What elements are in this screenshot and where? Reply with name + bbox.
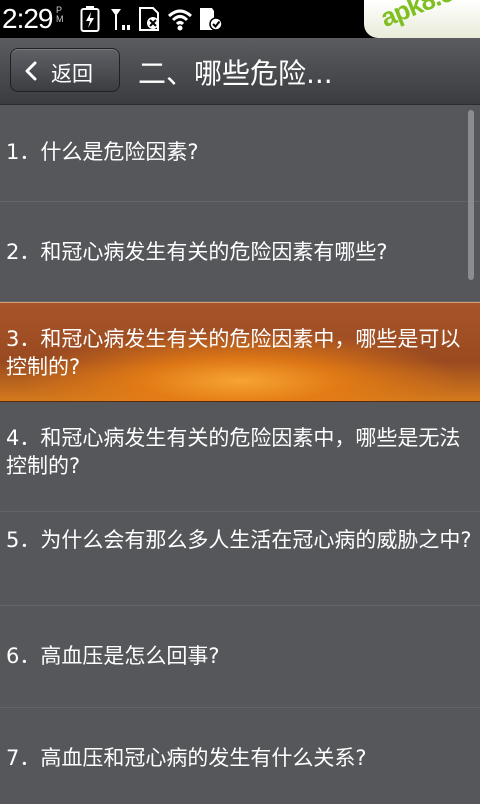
scrollbar[interactable] [468,110,474,280]
page-title: 二、哪些危险... [138,57,333,90]
list-item-selected[interactable]: 3．和冠心病发生有关的危险因素中，哪些是可以控制的? [0,302,480,402]
back-button[interactable]: 返回 [10,48,120,92]
list-item-label: 5．为什么会有那么多人生活在冠心病的威胁之中? [6,528,472,552]
list-item-label: 7．高血压和冠心病的发生有什么关系? [6,746,367,770]
title-bar: 返回 二、哪些危险... [0,38,480,105]
status-ampm: P M [56,6,64,24]
back-button-label: 返回 [51,62,93,86]
list-item[interactable]: 2．和冠心病发生有关的危险因素有哪些? [0,202,480,302]
wifi-icon [167,6,193,36]
list-item[interactable]: 5．为什么会有那么多人生活在冠心病的威胁之中? [0,512,480,606]
watermark-text: apk8.com [376,0,480,34]
chevron-left-icon [23,61,39,85]
list-item[interactable]: 1．什么是危险因素? [0,104,480,202]
list-item[interactable]: 6．高血压是怎么回事? [0,606,480,708]
list-item-label: 2．和冠心病发生有关的危险因素有哪些? [6,240,388,264]
list-item-label: 4．和冠心病发生有关的危险因素中，哪些是无法控制的? [6,426,461,478]
sim-icon [138,6,162,36]
watermark-logo: apk8.com [364,0,480,38]
signal-icon [108,6,134,36]
status-clock: 2:29 [2,3,53,34]
sd-card-icon [198,6,224,36]
list-item[interactable]: 4．和冠心病发生有关的危险因素中，哪些是无法控制的? [0,402,480,512]
list-item-label: 6．高血压是怎么回事? [6,644,220,668]
list-item[interactable]: 7．高血压和冠心病的发生有什么关系? [0,708,480,804]
ampm-m: M [56,14,64,24]
status-bar: 2:29 P M [0,0,480,38]
list-item-label: 1．什么是危险因素? [6,140,199,164]
list-item-label: 3．和冠心病发生有关的危险因素中，哪些是可以控制的? [6,327,461,379]
battery-charging-icon [80,6,100,36]
